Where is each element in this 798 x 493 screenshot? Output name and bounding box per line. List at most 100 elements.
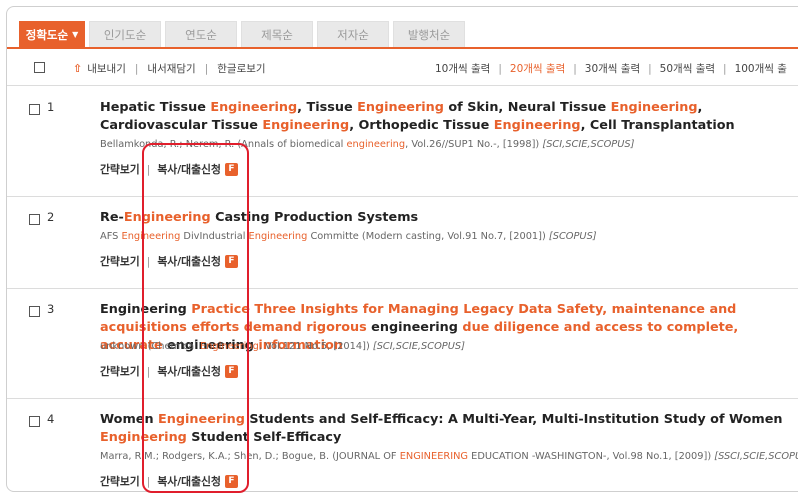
title-text: , Cell Transplantation	[580, 118, 735, 133]
tab-sort-1[interactable]: 인기도순	[89, 21, 161, 47]
result-citation: Marra, R.M.; Rodgers, K.A.; Shen, D.; Bo…	[100, 451, 798, 462]
copy-loan-request-link[interactable]: 복사/대출신청	[157, 473, 221, 489]
title-text: , Orthopedic Tissue	[349, 118, 494, 133]
title-text: Student Self-Efficacy	[186, 430, 342, 445]
citation-text: DivIndustrial	[180, 231, 249, 242]
result-number: 2	[47, 210, 55, 224]
title-text: of Skin, Neural Tissue	[443, 100, 611, 115]
keyword-highlight: Engineering	[100, 430, 187, 445]
citation-text: unknown (Chemical	[100, 341, 201, 352]
per-page-options: 10개씩 출력 | 20개씩 출력 | 30개씩 출력 | 50개씩 출력 | 100개씩 출	[435, 61, 787, 76]
separator: |	[134, 62, 139, 75]
keyword-highlight: Engineering	[210, 100, 298, 115]
separator: |	[723, 62, 727, 75]
result-item: 3 Engineering Practice Three Insights for…	[7, 289, 798, 399]
summary-view-link[interactable]: 간략보기	[100, 473, 140, 489]
citation-text: Committe (Modern casting, Vol.91 No.7, […	[307, 231, 549, 242]
citation-text: Bellamkonda, R.; Nerem, R. (Annals of bi…	[100, 139, 347, 150]
citation-text: , Vol.121 No.5, [2014])	[258, 341, 373, 352]
full-text-badge: F	[224, 162, 238, 176]
copy-loan-request-link[interactable]: 복사/대출신청	[157, 253, 221, 269]
tab-label: 발행처순	[407, 27, 451, 42]
citation-text: EDUCATION -WASHINGTON-, Vol.98 No.1, [20…	[468, 451, 715, 462]
chevron-down-icon: ▼	[72, 30, 79, 39]
title-text: , Tissue	[297, 100, 358, 115]
result-actions: 간략보기 | 복사/대출신청 F	[100, 363, 238, 379]
per-page-option[interactable]: 50개씩 출력	[660, 61, 715, 76]
title-text: Engineering	[100, 302, 187, 317]
index-tags: [SCI,SCIE,SCOPUS]	[372, 341, 465, 352]
export-link[interactable]: 내보내기	[87, 61, 126, 76]
result-number: 4	[47, 412, 55, 426]
tab-sort-2[interactable]: 연도순	[165, 21, 237, 47]
result-item: 1 Hepatic Tissue Engineering, Tissue Engi…	[7, 87, 798, 197]
separator: |	[498, 62, 502, 75]
separator: |	[648, 62, 652, 75]
result-actions: 간략보기 | 복사/대출신청 F	[100, 253, 238, 269]
export-icon: ⇧	[73, 62, 83, 75]
full-text-badge: F	[224, 254, 238, 268]
result-actions: 간략보기 | 복사/대출신청 F	[100, 161, 238, 177]
tab-label: 정확도순	[25, 27, 69, 42]
tab-sort-5[interactable]: 발행처순	[393, 21, 465, 47]
result-citation: AFS Engineering DivIndustrial Engineerin…	[100, 231, 597, 242]
result-checkbox[interactable]	[29, 214, 40, 225]
result-number: 1	[47, 100, 55, 114]
keyword-highlight: engineering	[346, 139, 406, 150]
korean-view-link[interactable]: 한글로보기	[217, 61, 265, 76]
result-item: 2 Re-Engineering Casting Production Syste…	[7, 197, 798, 289]
keyword-highlight: Engineering	[200, 341, 259, 352]
copy-loan-request-link[interactable]: 복사/대출신청	[157, 363, 221, 379]
result-number: 3	[47, 302, 55, 316]
copy-loan-request-link[interactable]: 복사/대출신청	[157, 161, 221, 177]
result-checkbox[interactable]	[29, 104, 40, 115]
result-checkbox[interactable]	[29, 416, 40, 427]
result-citation: Bellamkonda, R.; Nerem, R. (Annals of bi…	[100, 139, 634, 150]
result-title-link[interactable]: Re-Engineering Casting Production System…	[100, 209, 790, 227]
title-text: engineering	[371, 320, 458, 335]
per-page-option[interactable]: 30개씩 출력	[585, 61, 640, 76]
title-text: Students and Self-Efficacy: A Multi-Year…	[244, 412, 783, 427]
tab-label: 인기도순	[103, 27, 147, 42]
per-page-option[interactable]: 20개씩 출력	[510, 61, 565, 76]
result-title-link[interactable]: Women Engineering Students and Self-Effi…	[100, 411, 790, 447]
full-text-badge: F	[224, 474, 238, 488]
tab-sort-0[interactable]: 정확도순 ▼	[19, 21, 85, 47]
index-tags: [SSCI,SCIE,SCOPU	[714, 451, 798, 462]
summary-view-link[interactable]: 간략보기	[100, 363, 140, 379]
tab-sort-3[interactable]: 제목순	[241, 21, 313, 47]
tab-label: 제목순	[261, 27, 293, 42]
result-item: 4 Women Engineering Students and Self-Eff…	[7, 399, 798, 491]
title-text: Casting Production Systems	[210, 210, 419, 225]
keyword-highlight: Engineering	[357, 100, 444, 115]
summary-view-link[interactable]: 간략보기	[100, 253, 140, 269]
keyword-highlight: Engineering	[248, 231, 308, 242]
save-to-library-link[interactable]: 내서재담기	[147, 61, 195, 76]
keyword-highlight: Engineering	[121, 231, 181, 242]
select-all-checkbox[interactable]	[34, 62, 45, 73]
separator: |	[573, 62, 577, 75]
title-text: Hepatic Tissue	[100, 100, 211, 115]
tab-sort-4[interactable]: 저자순	[317, 21, 389, 47]
results-toolbar: ⇧ 내보내기 | 내서재담기 | 한글로보기 10개씩 출력 | 20개씩 출력 | 3…	[7, 50, 798, 86]
index-tags: [SCOPUS]	[548, 231, 597, 242]
separator: |	[146, 162, 151, 176]
full-text-badge: F	[224, 364, 238, 378]
per-page-option[interactable]: 100개씩 출	[735, 61, 787, 76]
citation-text: AFS	[100, 231, 122, 242]
index-tags: [SCI,SCIE,SCOPUS]	[542, 139, 635, 150]
tab-label: 연도순	[185, 27, 217, 42]
citation-text: , Vol.26//SUP1 No.-, [1998])	[405, 139, 543, 150]
tab-label: 저자순	[337, 27, 369, 42]
result-checkbox[interactable]	[29, 306, 40, 317]
summary-view-link[interactable]: 간략보기	[100, 161, 140, 177]
keyword-highlight: ENGINEERING	[399, 451, 469, 462]
citation-text: Marra, R.M.; Rodgers, K.A.; Shen, D.; Bo…	[100, 451, 400, 462]
keyword-highlight: Engineering	[262, 118, 350, 133]
result-actions: 간략보기 | 복사/대출신청 F	[100, 473, 238, 489]
per-page-option[interactable]: 10개씩 출력	[435, 61, 490, 76]
title-text: Women	[100, 412, 159, 427]
search-results-panel: 정확도순 ▼ 인기도순 연도순 제목순 저자순 발행처순 ⇧ 내보내기 | 내서재담기 | …	[6, 6, 798, 492]
result-title-link[interactable]: Hepatic Tissue Engineering, Tissue Engin…	[100, 99, 790, 135]
keyword-highlight: Engineering	[493, 118, 581, 133]
